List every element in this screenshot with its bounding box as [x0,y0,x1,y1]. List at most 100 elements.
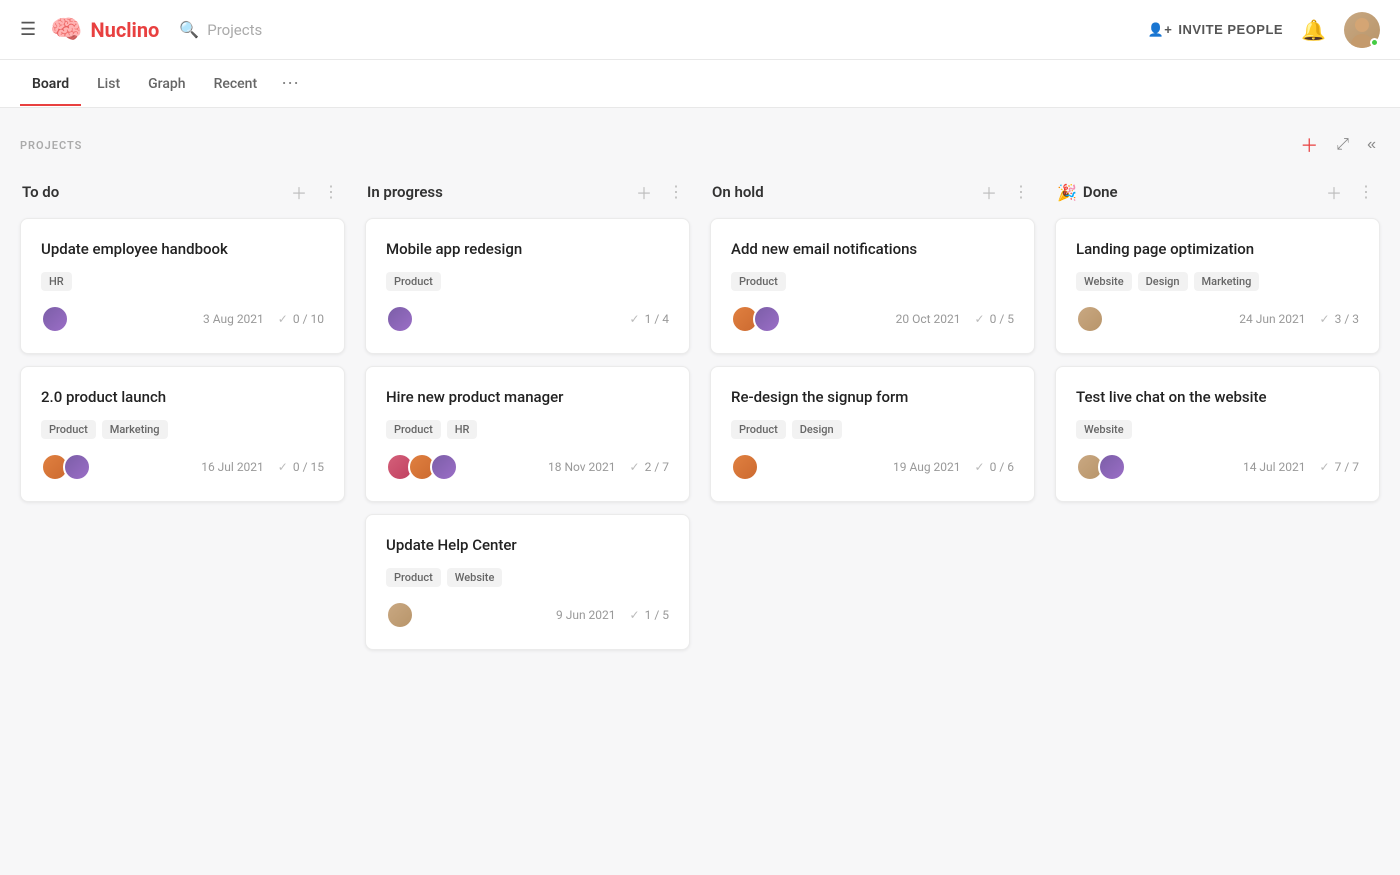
tasks-check-icon: ✓ [1320,460,1330,474]
card[interactable]: 2.0 product launch ProductMarketing 16 J… [20,366,345,502]
card-tasks: ✓ 0 / 6 [975,460,1014,474]
add-column-button[interactable]: ＋ [1296,128,1322,162]
section-label: PROJECTS [20,139,82,152]
tasks-count: 0 / 5 [990,312,1014,326]
card-tag: HR [447,420,478,439]
card-footer: ✓ 1 / 4 [386,305,669,333]
menu-icon[interactable]: ☰ [20,19,36,40]
card-meta-right: 14 Jul 2021 ✓ 7 / 7 [1243,460,1359,474]
card-avatar [63,453,91,481]
card[interactable]: Test live chat on the website Website 14… [1055,366,1380,502]
card-avatars [41,305,69,333]
card-avatars [1076,453,1126,481]
column-actions-done: ＋ ⋮ [1322,178,1378,206]
logo: 🧠 Nuclino [50,15,159,45]
column-header-todo: To do ＋ ⋮ [20,178,345,206]
notification-bell-icon[interactable]: 🔔 [1301,18,1326,42]
column-header-done: 🎉 Done ＋ ⋮ [1055,178,1380,206]
card-avatars [386,601,414,629]
tab-graph[interactable]: Graph [136,64,197,106]
tasks-check-icon: ✓ [1320,312,1330,326]
card-avatar [731,453,759,481]
view-tabs: Board List Graph Recent ⋯ [0,60,1400,108]
card[interactable]: Update Help Center ProductWebsite 9 Jun … [365,514,690,650]
collapse-button[interactable]: « [1363,132,1380,158]
card-tags: Product [731,272,1014,291]
column-done: 🎉 Done ＋ ⋮ Landing page optimization Web… [1055,178,1380,514]
add-card-button-inprogress[interactable]: ＋ [632,178,656,206]
card-footer: 18 Nov 2021 ✓ 2 / 7 [386,453,669,481]
card-tag: Design [792,420,842,439]
card-tag: HR [41,272,72,291]
card-date: 3 Aug 2021 [203,312,264,326]
card-tag: Website [1076,420,1132,439]
card-tasks: ✓ 1 / 5 [630,608,669,622]
card[interactable]: Landing page optimization WebsiteDesignM… [1055,218,1380,354]
card-avatars [41,453,91,481]
card-tag: Product [731,420,786,439]
board-header: PROJECTS ＋ ⤢ « [20,128,1380,162]
card-footer: 9 Jun 2021 ✓ 1 / 5 [386,601,669,629]
user-avatar-wrap[interactable] [1344,12,1380,48]
card-tasks: ✓ 1 / 4 [630,312,669,326]
card-title: Re-design the signup form [731,387,1014,408]
logo-text: Nuclino [91,18,160,42]
tasks-count: 0 / 15 [293,460,324,474]
card-avatars [386,453,458,481]
card-tasks: ✓ 3 / 3 [1320,312,1359,326]
card-tasks: ✓ 7 / 7 [1320,460,1359,474]
card-tag: Product [731,272,786,291]
tab-recent[interactable]: Recent [202,64,270,106]
logo-icon: 🧠 [50,15,82,45]
column-menu-button-done[interactable]: ⋮ [1354,180,1378,204]
tasks-check-icon: ✓ [278,460,288,474]
search-placeholder: Projects [207,21,262,39]
add-card-button-todo[interactable]: ＋ [287,178,311,206]
column-title-inprogress: In progress [367,183,443,201]
tab-board[interactable]: Board [20,64,81,106]
card[interactable]: Hire new product manager ProductHR 18 No… [365,366,690,502]
search-area[interactable]: 🔍 Projects [179,20,1147,39]
card-footer: 16 Jul 2021 ✓ 0 / 15 [41,453,324,481]
column-menu-button-inprogress[interactable]: ⋮ [664,180,688,204]
card-title: Mobile app redesign [386,239,669,260]
card-tag: Website [1076,272,1132,291]
card-title: Update Help Center [386,535,669,556]
card-tasks: ✓ 0 / 15 [278,460,324,474]
card[interactable]: Add new email notifications Product 20 O… [710,218,1035,354]
card-meta-right: 19 Aug 2021 ✓ 0 / 6 [893,460,1014,474]
card-tag: Design [1138,272,1188,291]
tabs-more-icon[interactable]: ⋯ [273,65,307,102]
tasks-check-icon: ✓ [278,312,288,326]
card-tag: Website [447,568,503,587]
card-title: Hire new product manager [386,387,669,408]
tasks-check-icon: ✓ [630,312,640,326]
card-tasks: ✓ 2 / 7 [630,460,669,474]
tasks-count: 2 / 7 [645,460,669,474]
tab-list[interactable]: List [85,64,132,106]
card-avatars [1076,305,1104,333]
card[interactable]: Update employee handbook HR 3 Aug 2021 ✓… [20,218,345,354]
column-menu-button-onhold[interactable]: ⋮ [1009,180,1033,204]
card-tags: Product Design [731,420,1014,439]
card-meta-right: ✓ 1 / 4 [630,312,669,326]
expand-button[interactable]: ⤢ [1332,132,1353,158]
card-date: 19 Aug 2021 [893,460,961,474]
column-title-onhold: On hold [712,183,764,201]
invite-people-button[interactable]: 👤+ INVITE PEOPLE [1148,22,1284,38]
column-menu-button-todo[interactable]: ⋮ [319,180,343,204]
card-footer: 20 Oct 2021 ✓ 0 / 5 [731,305,1014,333]
card-footer: 19 Aug 2021 ✓ 0 / 6 [731,453,1014,481]
card-tag: Product [41,420,96,439]
tasks-check-icon: ✓ [975,312,985,326]
add-card-button-done[interactable]: ＋ [1322,178,1346,206]
add-card-button-onhold[interactable]: ＋ [977,178,1001,206]
tasks-count: 7 / 7 [1335,460,1359,474]
card[interactable]: Re-design the signup form ProductDesign … [710,366,1035,502]
card-avatars [731,453,759,481]
tasks-count: 3 / 3 [1335,312,1359,326]
card-date: 14 Jul 2021 [1243,460,1306,474]
card[interactable]: Mobile app redesign Product ✓ 1 / 4 [365,218,690,354]
column-onhold: On hold ＋ ⋮ Add new email notifications … [710,178,1035,514]
card-date: 9 Jun 2021 [556,608,616,622]
